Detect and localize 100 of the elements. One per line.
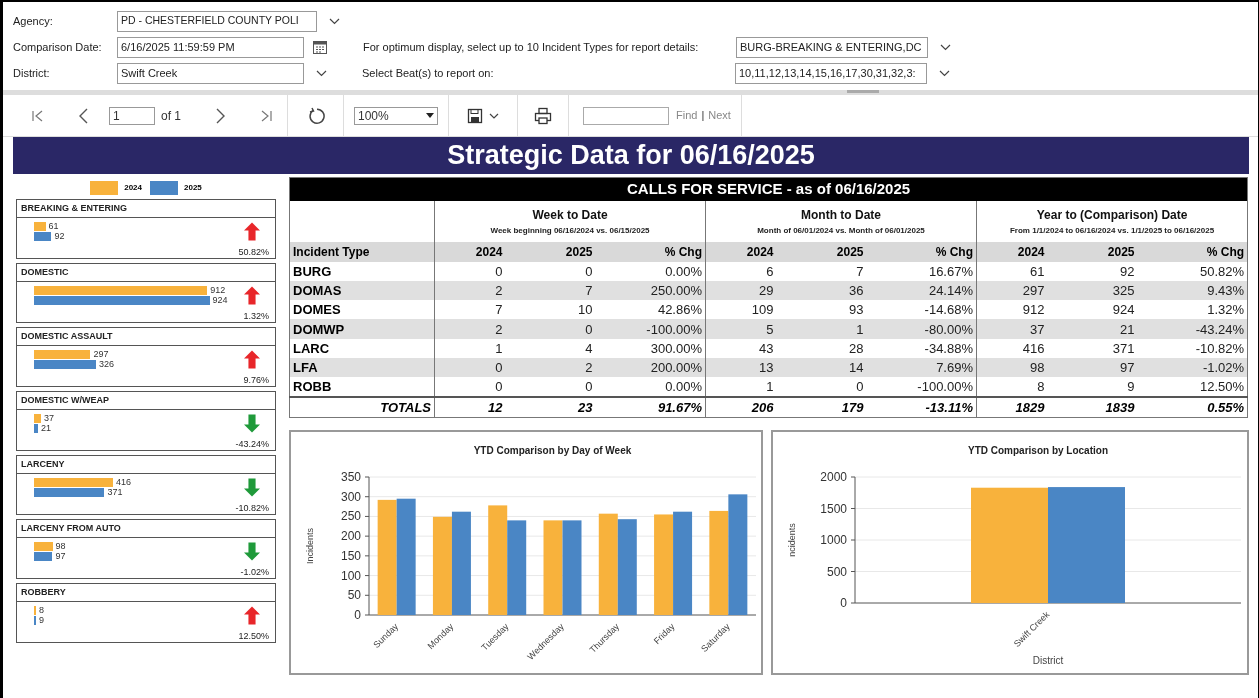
table-cell: 0.00% bbox=[614, 377, 706, 397]
table-cell: -100.00% bbox=[614, 319, 706, 339]
value-bar bbox=[34, 487, 105, 497]
card-title: ROBBERY bbox=[21, 585, 66, 599]
bar-value: 416 bbox=[116, 477, 132, 487]
total-cell: 1839 bbox=[1066, 396, 1157, 418]
percent-change: 12.50% bbox=[238, 632, 269, 641]
refresh-icon[interactable] bbox=[306, 106, 325, 125]
table-cell: -43.24% bbox=[1156, 319, 1248, 339]
table-cell: 16.67% bbox=[885, 261, 977, 281]
table-cell: 37 bbox=[976, 319, 1067, 339]
district-field[interactable]: Swift Creek bbox=[117, 62, 304, 84]
beats-field[interactable]: 10,11,12,13,14,15,16,17,30,31,32,3: bbox=[735, 62, 927, 84]
find-field[interactable] bbox=[583, 106, 669, 125]
column-header: Incident Type bbox=[289, 241, 435, 262]
group-title: Week to Date bbox=[531, 206, 609, 224]
table-cell: 2 bbox=[524, 358, 615, 378]
value-bar bbox=[34, 349, 91, 359]
chevron-down-icon[interactable] bbox=[939, 69, 950, 77]
table-cell: 924 bbox=[1066, 300, 1157, 320]
column-header: 2024 bbox=[705, 241, 796, 262]
table-cell: 0 bbox=[434, 358, 525, 378]
y-tick-label: 350 bbox=[340, 470, 361, 485]
comparison-date-label: Comparison Date: bbox=[13, 39, 103, 55]
beats-label: Select Beat(s) to report on: bbox=[362, 65, 495, 81]
table-cell: 0 bbox=[524, 319, 615, 339]
column-header: % Chg bbox=[614, 241, 706, 262]
table-cell: 6 bbox=[705, 261, 796, 281]
legend-label: 2025 bbox=[184, 182, 202, 194]
chevron-down-icon[interactable] bbox=[329, 17, 340, 25]
table-cell: LARC bbox=[289, 338, 435, 358]
date-field[interactable]: 6/16/2025 11:59:59 PM bbox=[117, 36, 304, 58]
agency-label: Agency: bbox=[13, 13, 54, 29]
print-icon[interactable] bbox=[534, 106, 552, 125]
table-cell: 36 bbox=[795, 280, 886, 301]
page-number-field[interactable]: 1 bbox=[109, 106, 155, 125]
calendar-icon[interactable] bbox=[312, 39, 328, 55]
bar-value: 326 bbox=[98, 359, 114, 369]
table-cell: 0 bbox=[434, 377, 525, 397]
chart-title: YTD Comparison by Location bbox=[968, 445, 1108, 457]
y-tick-label: 1000 bbox=[820, 533, 847, 548]
value-bar bbox=[34, 551, 53, 561]
y-axis-title: ncidents bbox=[787, 523, 797, 557]
table-cell: 50.82% bbox=[1156, 261, 1248, 281]
table-cell: 21 bbox=[1066, 319, 1157, 339]
y-tick-label: 50 bbox=[347, 588, 361, 603]
x-axis-title: District bbox=[1032, 655, 1064, 667]
find-link[interactable]: Find bbox=[676, 107, 698, 124]
chevron-down-icon[interactable] bbox=[940, 43, 951, 51]
first-page-icon[interactable] bbox=[31, 108, 45, 123]
table-cell: -10.82% bbox=[1156, 338, 1248, 358]
y-tick-label: 0 bbox=[840, 596, 847, 611]
table-cell: -34.88% bbox=[885, 338, 977, 358]
total-cell: 91.67% bbox=[614, 396, 706, 418]
zoom-dropdown[interactable]: 100% bbox=[354, 106, 438, 125]
table-cell: 371 bbox=[1066, 338, 1157, 358]
total-cell: 179 bbox=[795, 396, 886, 418]
table-cell: 7 bbox=[795, 261, 886, 281]
table-cell: 1 bbox=[705, 377, 796, 397]
agency-field[interactable]: PD - CHESTERFIELD COUNTY POLI bbox=[117, 10, 317, 32]
caret-icon[interactable] bbox=[489, 112, 499, 119]
district-label: District: bbox=[13, 65, 51, 81]
table-cell: 1 bbox=[434, 338, 525, 358]
percent-change: -43.24% bbox=[235, 440, 269, 449]
table-cell: 2 bbox=[434, 280, 525, 301]
incident-types-label: For optimum display, select up to 10 Incident Types for report details: bbox=[363, 39, 700, 55]
next-link[interactable]: Next bbox=[708, 107, 731, 124]
y-tick-label: 2000 bbox=[820, 470, 847, 485]
total-cell: 206 bbox=[705, 396, 796, 418]
column-header: 2024 bbox=[434, 241, 525, 262]
incident-types-field[interactable]: BURG-BREAKING & ENTERING,DC bbox=[736, 36, 928, 58]
save-icon[interactable] bbox=[467, 107, 483, 124]
table-cell: 1 bbox=[795, 319, 886, 339]
bar-value: 37 bbox=[44, 413, 55, 423]
group-subtitle: Month of 06/01/2024 vs. Month of 06/01/2025 bbox=[756, 224, 926, 237]
table-title: CALLS FOR SERVICE - as of 06/16/2025 bbox=[289, 177, 1248, 201]
caret-icon bbox=[426, 113, 434, 118]
total-cell: 0.55% bbox=[1156, 396, 1248, 418]
chart-title: YTD Comparison by Day of Week bbox=[473, 445, 632, 457]
splitter-handle[interactable] bbox=[847, 90, 879, 93]
total-cell: 12 bbox=[434, 396, 525, 418]
y-tick-label: 500 bbox=[826, 564, 847, 579]
total-cell: 1829 bbox=[976, 396, 1067, 418]
value-bar bbox=[34, 359, 96, 369]
table-cell: 97 bbox=[1066, 358, 1157, 378]
card-title: DOMESTIC bbox=[21, 265, 69, 279]
bar-value: 21 bbox=[41, 423, 51, 433]
table-cell: 10 bbox=[524, 300, 615, 320]
table-cell: 28 bbox=[795, 338, 886, 358]
table-cell: 12.50% bbox=[1156, 377, 1248, 397]
chevron-down-icon[interactable] bbox=[316, 69, 327, 77]
table-cell: 13 bbox=[705, 358, 796, 378]
card-title: DOMESTIC W/WEAP bbox=[21, 393, 109, 407]
last-page-icon[interactable] bbox=[259, 108, 273, 123]
table-cell: 0 bbox=[524, 261, 615, 281]
table-cell: 14 bbox=[795, 358, 886, 378]
legend-label: 2024 bbox=[124, 182, 142, 194]
y-tick-label: 250 bbox=[340, 509, 361, 524]
bar-value: 9 bbox=[39, 615, 44, 625]
table-cell: 93 bbox=[795, 300, 886, 320]
